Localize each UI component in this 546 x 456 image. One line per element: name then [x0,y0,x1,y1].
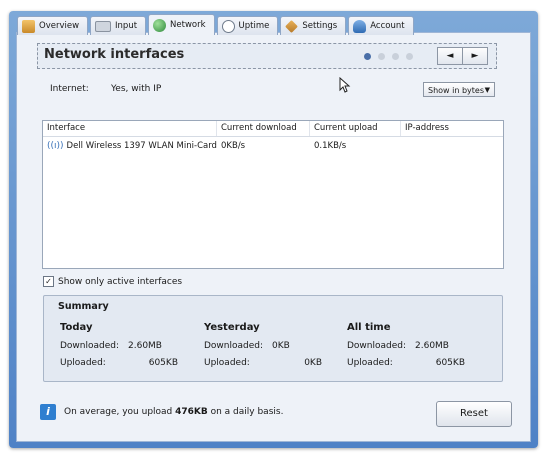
summary-heading: Today [60,322,93,333]
downloaded-label: Downloaded: [204,341,264,351]
wireless-icon: ((ı)) [47,141,64,151]
summary-yesterday: Yesterday Downloaded: 0KB Uploaded: 0KB [204,322,344,375]
column-header-upload[interactable]: Current upload [310,121,401,136]
uploaded-value: 0KB [304,358,322,368]
column-header-download[interactable]: Current download [217,121,310,136]
previous-page-button[interactable]: ◄ [437,47,463,65]
tab-uptime[interactable]: Uptime [216,16,279,35]
pager: ◄ ► [437,47,488,65]
summary-heading: All time [347,322,391,333]
page-dot[interactable] [406,53,413,60]
checkmark-icon[interactable]: ✓ [43,276,54,287]
uploaded-label: Uploaded: [60,358,106,368]
table-header: Interface Current download Current uploa… [43,121,503,137]
globe-icon [153,18,167,32]
internet-value: Yes, with IP [111,84,162,94]
download-cell: 0KB/s [221,141,246,151]
summary-title: Summary [58,301,109,312]
summary-heading: Yesterday [204,322,260,333]
info-message: On average, you upload 476KB on a daily … [64,407,283,417]
keyboard-icon [95,20,112,32]
tab-settings[interactable]: Settings [280,16,347,35]
next-page-button[interactable]: ► [462,47,488,65]
page-dot[interactable] [378,53,385,60]
summary-today: Today Downloaded: 2.60MB Uploaded: 605KB [60,322,200,375]
info-text: on a daily basis. [207,407,284,417]
column-header-ip[interactable]: IP-address [401,121,501,136]
tab-account[interactable]: Account [348,16,414,35]
uploaded-value: 605KB [148,358,178,368]
upload-cell: 0.1KB/s [314,141,347,151]
mouse-cursor-icon [339,77,351,93]
unit-select[interactable]: Show in bytes ▼ [423,82,495,97]
info-amount: 476KB [175,407,208,417]
active-only-checkbox[interactable]: ✓ Show only active interfaces [43,276,182,287]
chevron-down-icon: ▼ [484,86,490,94]
tab-overview[interactable]: Overview [17,16,89,35]
page-indicator [364,53,413,60]
tab-network[interactable]: Network [148,14,215,35]
tab-label: Account [370,21,405,31]
wrench-icon [285,19,299,33]
tab-label: Input [115,21,138,31]
tab-bar: Overview Input Network Uptime Settings A… [17,14,416,35]
unit-select-value: Show in bytes [428,86,485,95]
table-row[interactable]: ((ı)) Dell Wireless 1397 WLAN Mini-Card … [43,139,503,154]
ip-cell [401,139,501,154]
interfaces-table: Interface Current download Current uploa… [42,120,504,269]
info-icon: i [40,404,56,420]
page-dot[interactable] [392,53,399,60]
tab-label: Uptime [238,21,270,31]
tab-input[interactable]: Input [90,16,147,35]
interface-cell: ((ı)) Dell Wireless 1397 WLAN Mini-Card [43,139,217,154]
interface-name: Dell Wireless 1397 WLAN Mini-Card [66,141,217,151]
downloaded-label: Downloaded: [60,341,120,351]
downloaded-label: Downloaded: [347,341,407,351]
active-only-label: Show only active interfaces [58,276,183,287]
home-icon [22,19,35,33]
uploaded-label: Uploaded: [347,358,393,368]
page-title: Network interfaces [44,47,185,62]
downloaded-value: 2.60MB [415,341,449,351]
downloaded-value: 0KB [272,341,290,351]
summary-all-time: All time Downloaded: 2.60MB Uploaded: 605K… [347,322,487,375]
page-dot[interactable] [364,53,371,60]
tab-label: Overview [39,21,80,31]
panel-header: Network interfaces ◄ ► [37,43,497,69]
user-icon [353,19,367,33]
tab-label: Settings [302,21,338,31]
column-header-interface[interactable]: Interface [43,121,217,136]
uploaded-value: 605KB [435,358,465,368]
clock-icon [221,19,235,33]
tab-label: Network [170,20,206,30]
reset-button[interactable]: Reset [436,401,512,427]
summary-panel: Summary Today Downloaded: 2.60MB Uploaded… [43,295,503,382]
downloaded-value: 2.60MB [128,341,162,351]
uploaded-label: Uploaded: [204,358,250,368]
internet-label: Internet: [50,84,89,94]
info-text: On average, you upload [64,407,176,417]
